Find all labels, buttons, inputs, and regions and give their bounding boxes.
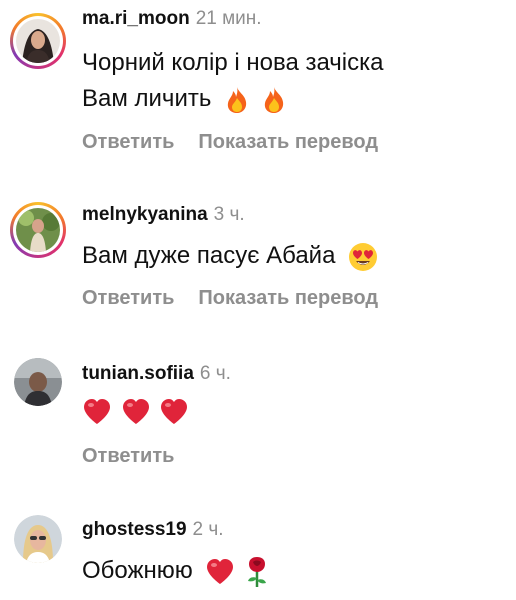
comment-text-fragment: Вам личить [82,85,212,112]
username[interactable]: tunian.sofiia [82,363,194,384]
comment-text: Обожнюю [82,553,270,589]
comment-text [82,393,189,429]
username[interactable]: ma.ri_moon [82,8,190,29]
reply-button[interactable]: Ответить [82,131,174,153]
reply-button[interactable]: Ответить [82,287,174,309]
username[interactable]: ghostess19 [82,519,187,540]
comment-text: Вам дуже пасує Абайа [82,238,378,274]
red-heart-emoji [82,398,112,426]
red-heart-emoji [159,398,189,426]
red-heart-emoji [121,398,151,426]
red-heart-emoji [205,558,235,586]
fire-emoji [224,86,250,114]
comment-time: 3 ч. [213,204,245,225]
username[interactable]: melnykyanina [82,204,208,225]
comment-text-fragment: Обожнюю [82,557,193,584]
show-translation-button[interactable]: Показать перевод [198,131,378,153]
avatar[interactable] [10,202,66,258]
comment-time: 2 ч. [192,519,224,540]
avatar[interactable] [14,358,62,406]
avatar[interactable] [14,515,62,563]
rose-emoji [244,556,270,588]
comment-text-line: Вам личить [82,81,384,117]
show-translation-button[interactable]: Показать перевод [198,287,378,309]
avatar[interactable] [10,13,66,69]
comment-time: 21 мин. [195,8,262,29]
comment-time: 6 ч. [199,363,231,384]
comment-text-fragment: Вам дуже пасує Абайа [82,242,336,269]
comment-text: Чорний колір і нова зачіска Вам личить [82,45,384,117]
heart-eyes-emoji [348,242,378,272]
reply-button[interactable]: Ответить [82,445,174,467]
comment-text-line: Чорний колір і нова зачіска [82,49,384,76]
fire-emoji [261,86,287,114]
